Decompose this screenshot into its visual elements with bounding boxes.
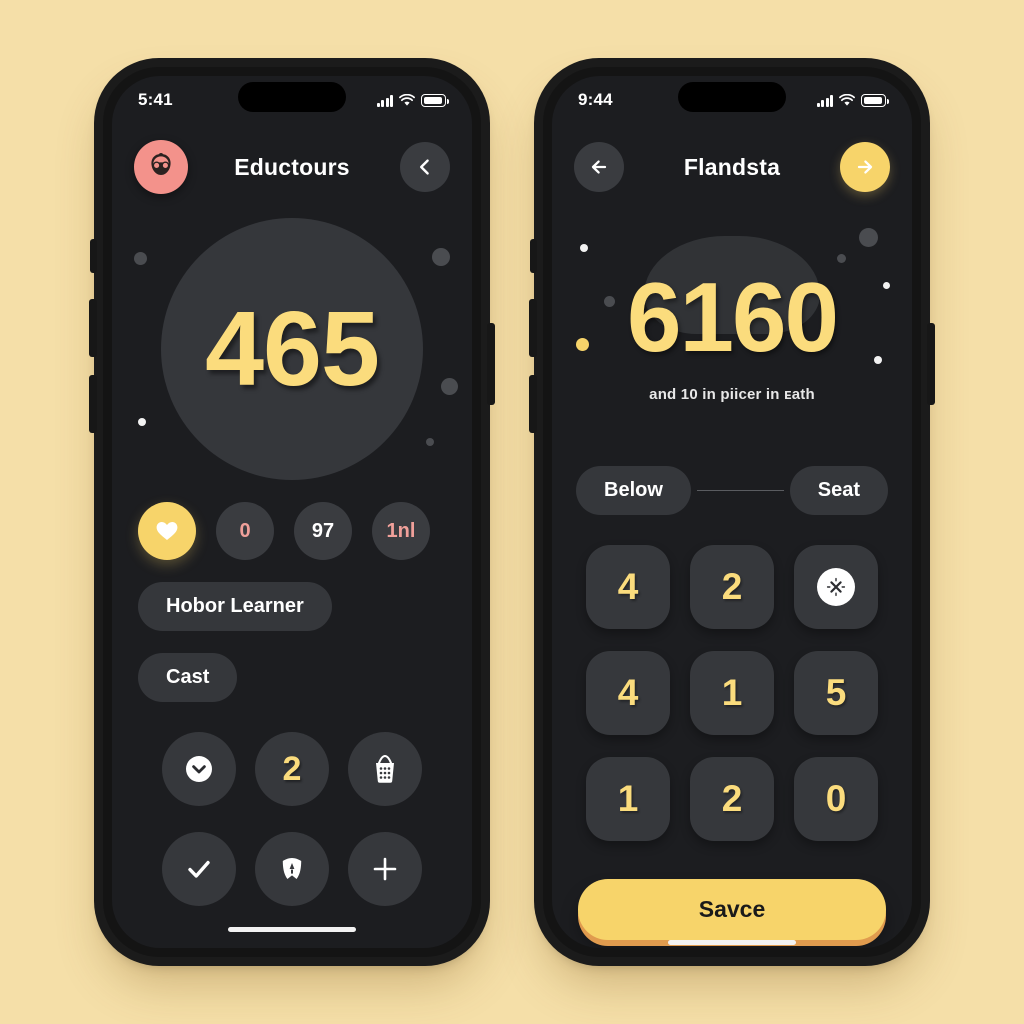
arrow-left-icon	[591, 160, 607, 174]
phones-stage: 5:41 Eductours 465 0 97 1nl Hobor Learne…	[0, 0, 1024, 1024]
power-button[interactable]	[927, 323, 935, 405]
key-0[interactable]: 0	[794, 757, 878, 841]
close-x-circle-icon	[817, 568, 855, 606]
decor-dot	[134, 252, 147, 265]
key-4b[interactable]: 4	[586, 651, 670, 735]
action-icon-grid: 2	[112, 702, 472, 906]
badge-shield-icon	[282, 858, 302, 879]
wifi-icon	[399, 93, 415, 106]
status-icons	[376, 93, 449, 107]
decor-dot	[604, 296, 615, 307]
action-badge[interactable]	[254, 832, 329, 906]
volume-down-button[interactable]	[89, 375, 97, 433]
key-5[interactable]: 5	[794, 651, 878, 735]
tab-below[interactable]: Below	[576, 466, 691, 515]
home-indicator[interactable]	[228, 927, 356, 932]
status-time: 9:44	[578, 90, 613, 109]
plus-icon	[374, 857, 397, 881]
decor-dot	[441, 378, 458, 395]
pill-cast-wrap: Cast	[112, 631, 472, 702]
status-bar: 9:44	[552, 76, 912, 124]
volume-up-button[interactable]	[89, 299, 97, 357]
chip-count-97[interactable]: 97	[294, 502, 352, 560]
save-button[interactable]: Savce	[578, 879, 886, 940]
decor-dot	[874, 356, 882, 364]
signal-bars-icon	[376, 94, 393, 107]
decor-dot	[576, 338, 589, 351]
left-app-header: Eductours	[112, 124, 472, 210]
battery-icon	[421, 94, 449, 107]
dynamic-island	[238, 82, 346, 112]
chip-row: 0 97 1nl	[112, 488, 472, 560]
save-button-wrap: Savce	[552, 841, 912, 940]
chip-favorite[interactable]	[138, 502, 196, 560]
chip-count-1nl[interactable]: 1nl	[372, 502, 430, 560]
mute-switch[interactable]	[90, 239, 97, 273]
home-indicator-wrap	[112, 927, 472, 948]
battery-icon	[861, 94, 889, 107]
right-phone-screen: 9:44 Flandsta 6160 and 10 in piicer in ᴇ…	[552, 76, 912, 948]
right-app-header: Flandsta	[552, 124, 912, 210]
mute-switch[interactable]	[530, 239, 537, 273]
decor-dot	[837, 254, 846, 263]
action-chevron-down[interactable]	[161, 732, 236, 806]
decor-dot	[859, 228, 878, 247]
action-basket[interactable]	[348, 732, 423, 806]
avatar-bearded-face-icon	[151, 153, 171, 175]
decor-dot	[426, 438, 434, 446]
chevron-left-icon	[420, 159, 429, 175]
status-time: 5:41	[138, 90, 173, 109]
action-count-two-label: 2	[282, 749, 302, 788]
tab-connector	[696, 489, 784, 492]
decor-dot	[432, 248, 450, 266]
chip-count-zero[interactable]: 0	[216, 502, 274, 560]
pill-hobor-learner[interactable]: Hobor Learner	[138, 582, 332, 631]
volume-down-button[interactable]	[529, 375, 537, 433]
numeric-keypad: 4 2 4 1 5 1 2 0	[552, 515, 912, 841]
key-1b[interactable]: 1	[586, 757, 670, 841]
next-button[interactable]	[840, 142, 890, 192]
dynamic-island	[678, 82, 786, 112]
action-add[interactable]	[348, 832, 423, 906]
tab-row: Below Seat	[552, 460, 912, 515]
avatar[interactable]	[134, 140, 188, 194]
key-2b[interactable]: 2	[690, 757, 774, 841]
status-bar: 5:41	[112, 76, 472, 124]
close-x-icon	[826, 577, 846, 597]
key-4a[interactable]: 4	[586, 545, 670, 629]
hero-value: 465	[205, 290, 380, 408]
action-check[interactable]	[161, 832, 236, 906]
key-2a[interactable]: 2	[690, 545, 774, 629]
check-icon	[187, 860, 210, 878]
pill-hobor-learner-wrap: Hobor Learner	[112, 560, 472, 631]
arrow-right-icon	[857, 160, 873, 174]
key-delete[interactable]	[794, 545, 878, 629]
right-hero: 6160 and 10 in piicer in ᴇath	[552, 210, 912, 460]
back-button[interactable]	[574, 142, 624, 192]
basket-icon	[376, 754, 395, 783]
tab-seat[interactable]: Seat	[789, 466, 888, 515]
heart-icon	[156, 522, 178, 540]
right-phone-device: 9:44 Flandsta 6160 and 10 in piicer in ᴇ…	[529, 67, 935, 957]
action-count-two[interactable]: 2	[254, 732, 329, 806]
signal-bars-icon	[816, 94, 833, 107]
left-hero: 465	[112, 210, 472, 488]
key-1a[interactable]: 1	[690, 651, 774, 735]
chevron-down-circle-icon	[185, 756, 212, 782]
wifi-icon	[839, 93, 855, 106]
pill-cast[interactable]: Cast	[138, 653, 238, 702]
home-indicator-wrap	[552, 940, 912, 948]
decor-dot	[138, 418, 146, 426]
decor-dot	[580, 244, 588, 252]
hero-subtitle: and 10 in piicer in ᴇath	[649, 385, 815, 403]
status-icons	[816, 93, 889, 107]
power-button[interactable]	[487, 323, 495, 405]
left-phone-device: 5:41 Eductours 465 0 97 1nl Hobor Learne…	[89, 67, 495, 957]
home-indicator[interactable]	[668, 940, 796, 945]
hero-value: 6160	[626, 261, 839, 372]
volume-up-button[interactable]	[529, 299, 537, 357]
decor-dot	[883, 282, 890, 289]
back-button[interactable]	[400, 142, 450, 192]
left-phone-screen: 5:41 Eductours 465 0 97 1nl Hobor Learne…	[112, 76, 472, 948]
